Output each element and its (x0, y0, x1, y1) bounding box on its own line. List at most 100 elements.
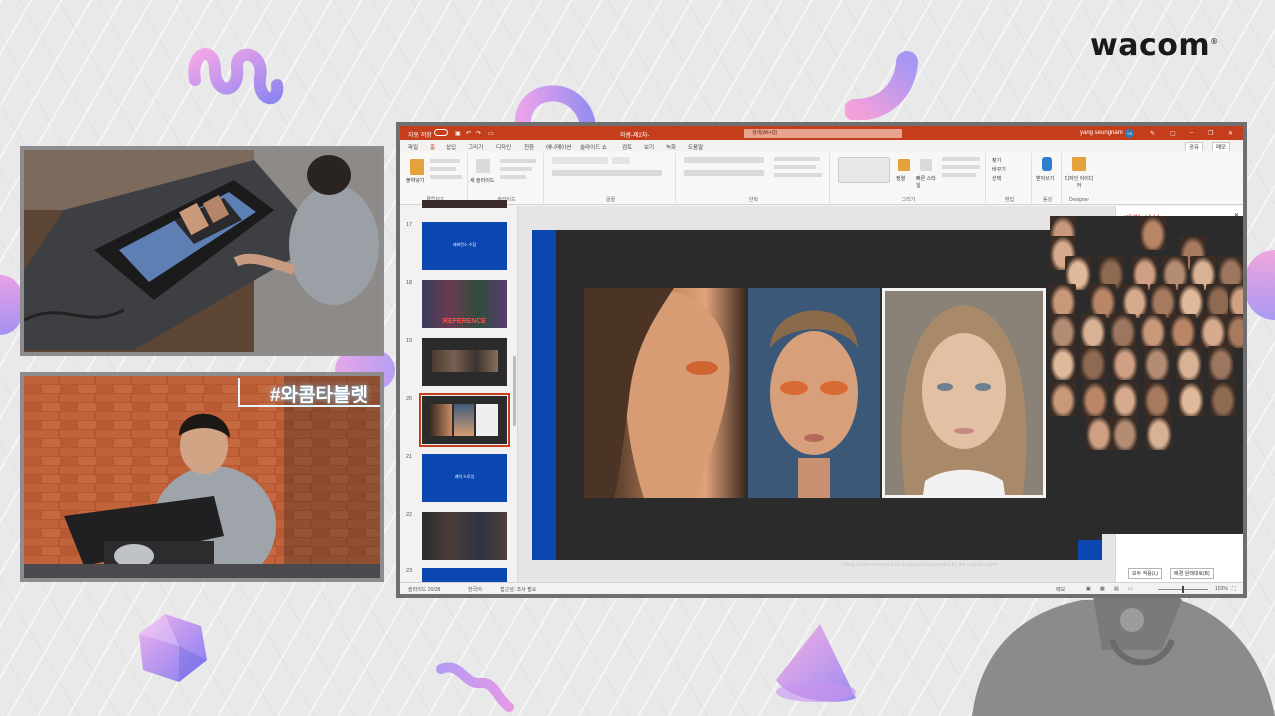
designer-ideas-button[interactable]: 디자인 아이디어 (1064, 175, 1094, 189)
shape-outline-button[interactable] (942, 165, 980, 169)
tab-1[interactable]: 파일 (408, 143, 418, 151)
designer-icon[interactable] (1072, 157, 1086, 171)
portrait-photo-image[interactable] (882, 288, 1046, 498)
normal-view-icon[interactable]: ▣ (1086, 586, 1091, 592)
tab-5[interactable]: 디자인 (496, 143, 511, 151)
font-format-buttons[interactable] (552, 170, 662, 176)
notes-button[interactable]: 메모 (1056, 586, 1065, 593)
reference-face-image[interactable] (1050, 314, 1076, 348)
reference-face-image[interactable] (1082, 382, 1108, 416)
paste-button[interactable]: 붙여넣기 (406, 177, 424, 184)
reference-face-image[interactable] (1178, 284, 1204, 318)
shape-fill-button[interactable] (942, 157, 980, 161)
font-size-select[interactable] (612, 157, 630, 164)
reference-face-image[interactable] (1110, 314, 1136, 348)
reference-face-image[interactable] (1208, 346, 1234, 380)
slide-sorter-icon[interactable]: ▦ (1100, 586, 1105, 592)
layout-button[interactable] (500, 159, 536, 163)
align-buttons[interactable] (684, 170, 764, 176)
paste-icon[interactable] (410, 159, 424, 175)
tab-7[interactable]: 애니메이션 (546, 143, 571, 151)
tab-8[interactable]: 슬라이드 쇼 (580, 143, 607, 151)
new-slide-icon[interactable] (476, 159, 490, 173)
autosave-toggle[interactable] (434, 129, 448, 136)
language-label[interactable]: 한국어 (468, 586, 482, 593)
reference-face-image[interactable] (1176, 346, 1202, 380)
reference-face-image[interactable] (1122, 284, 1148, 318)
avatar[interactable]: YS (1125, 129, 1134, 138)
reference-face-image[interactable] (1090, 284, 1116, 318)
accessibility-label[interactable]: 접근성: 조사 필요 (500, 586, 536, 593)
copy-button[interactable] (430, 167, 456, 171)
pen-icon[interactable]: ✎ (1150, 130, 1155, 137)
slideshow-icon[interactable]: ▭ (1128, 586, 1133, 592)
reference-face-image[interactable] (1112, 382, 1138, 416)
present-icon[interactable]: ▭ (488, 130, 494, 137)
arrange-icon[interactable] (898, 159, 910, 171)
reference-face-image[interactable] (1112, 346, 1138, 380)
reference-face-image[interactable] (1050, 382, 1076, 416)
arrange-button[interactable]: 정렬 (896, 175, 905, 182)
shapes-gallery[interactable] (838, 157, 890, 183)
reference-face-image[interactable] (1150, 284, 1176, 318)
save-icon[interactable]: ▣ (455, 130, 461, 137)
slide-thumbnail-partial[interactable] (422, 200, 507, 208)
reference-face-image[interactable] (1080, 346, 1106, 380)
reference-face-image[interactable] (1170, 314, 1196, 348)
reference-face-image[interactable] (1200, 314, 1226, 348)
slide-thumbnail[interactable]: 캐릭 드로잉 (422, 454, 507, 502)
user-name[interactable]: yang seungnam (1080, 130, 1123, 136)
tab-11[interactable]: 녹화 (666, 143, 676, 151)
minimize-icon[interactable]: – (1190, 130, 1193, 136)
redo-icon[interactable]: ↷ (476, 130, 481, 137)
reset-background-button[interactable]: 배경 원래대로(B) (1170, 568, 1214, 579)
slide-thumbnail[interactable] (422, 568, 507, 582)
section-button[interactable] (500, 175, 526, 179)
close-icon[interactable]: ✕ (1228, 130, 1233, 137)
document-title[interactable]: 와콤-제2차- (620, 130, 649, 139)
reference-face-image[interactable] (1080, 314, 1106, 348)
ribbon-display-icon[interactable]: ▢ (1170, 130, 1176, 137)
current-slide[interactable]: Using these references for inspiration i… (532, 230, 1102, 568)
search-input[interactable]: 검색(Alt+Q) (744, 129, 902, 138)
tab-6[interactable]: 전환 (524, 143, 534, 151)
select-button[interactable]: 선택 (992, 175, 1001, 182)
reading-view-icon[interactable]: ▤ (1114, 586, 1119, 592)
tab-12[interactable]: 도움말 (688, 143, 703, 151)
reference-collage[interactable] (1050, 216, 1243, 461)
replace-button[interactable]: 바꾸기 (992, 166, 1006, 173)
shape-effects-button[interactable] (942, 173, 976, 177)
quick-styles-button[interactable]: 빠른 스타일 (916, 175, 938, 189)
smartart-button[interactable] (774, 173, 822, 177)
microphone-icon[interactable] (1042, 157, 1052, 171)
reset-button[interactable] (500, 167, 532, 171)
quick-styles-icon[interactable] (920, 159, 932, 171)
find-button[interactable]: 찾기 (992, 157, 1001, 164)
reference-face-image[interactable] (1140, 314, 1166, 348)
slide-thumbnail[interactable]: 레퍼런스 수집 (422, 222, 507, 270)
reference-photo-group[interactable] (584, 288, 1046, 498)
reference-face-image[interactable] (1226, 314, 1243, 348)
align-text-button[interactable] (774, 165, 816, 169)
front-portrait-image[interactable] (748, 288, 880, 498)
tab-9[interactable]: 검토 (622, 143, 632, 151)
zoom-level[interactable]: 103% (1215, 586, 1228, 592)
reference-face-image[interactable] (1210, 382, 1236, 416)
reference-face-image[interactable] (1050, 284, 1076, 318)
reference-face-image[interactable] (1146, 416, 1172, 450)
format-painter-button[interactable] (430, 175, 462, 179)
slide-canvas[interactable]: Using these references for inspiration i… (518, 206, 1115, 582)
text-direction-button[interactable] (774, 157, 820, 161)
slide-thumbnail[interactable] (422, 512, 507, 560)
fit-slide-icon[interactable]: ⛶ (1232, 586, 1236, 592)
apply-to-all-button[interactable]: 모두 적용(L) (1128, 568, 1162, 579)
zoom-slider-thumb[interactable] (1182, 586, 1184, 593)
reference-face-image[interactable] (1144, 346, 1170, 380)
reference-face-image[interactable] (1140, 216, 1166, 250)
slide-thumbnail[interactable]: REFERENCE (422, 280, 507, 328)
font-name-select[interactable] (552, 157, 608, 164)
reference-face-image[interactable] (1178, 382, 1204, 416)
reference-face-image[interactable] (1228, 284, 1243, 318)
profile-portrait-image[interactable] (584, 288, 746, 498)
dictate-button[interactable]: 받아쓰기 (1036, 175, 1054, 182)
